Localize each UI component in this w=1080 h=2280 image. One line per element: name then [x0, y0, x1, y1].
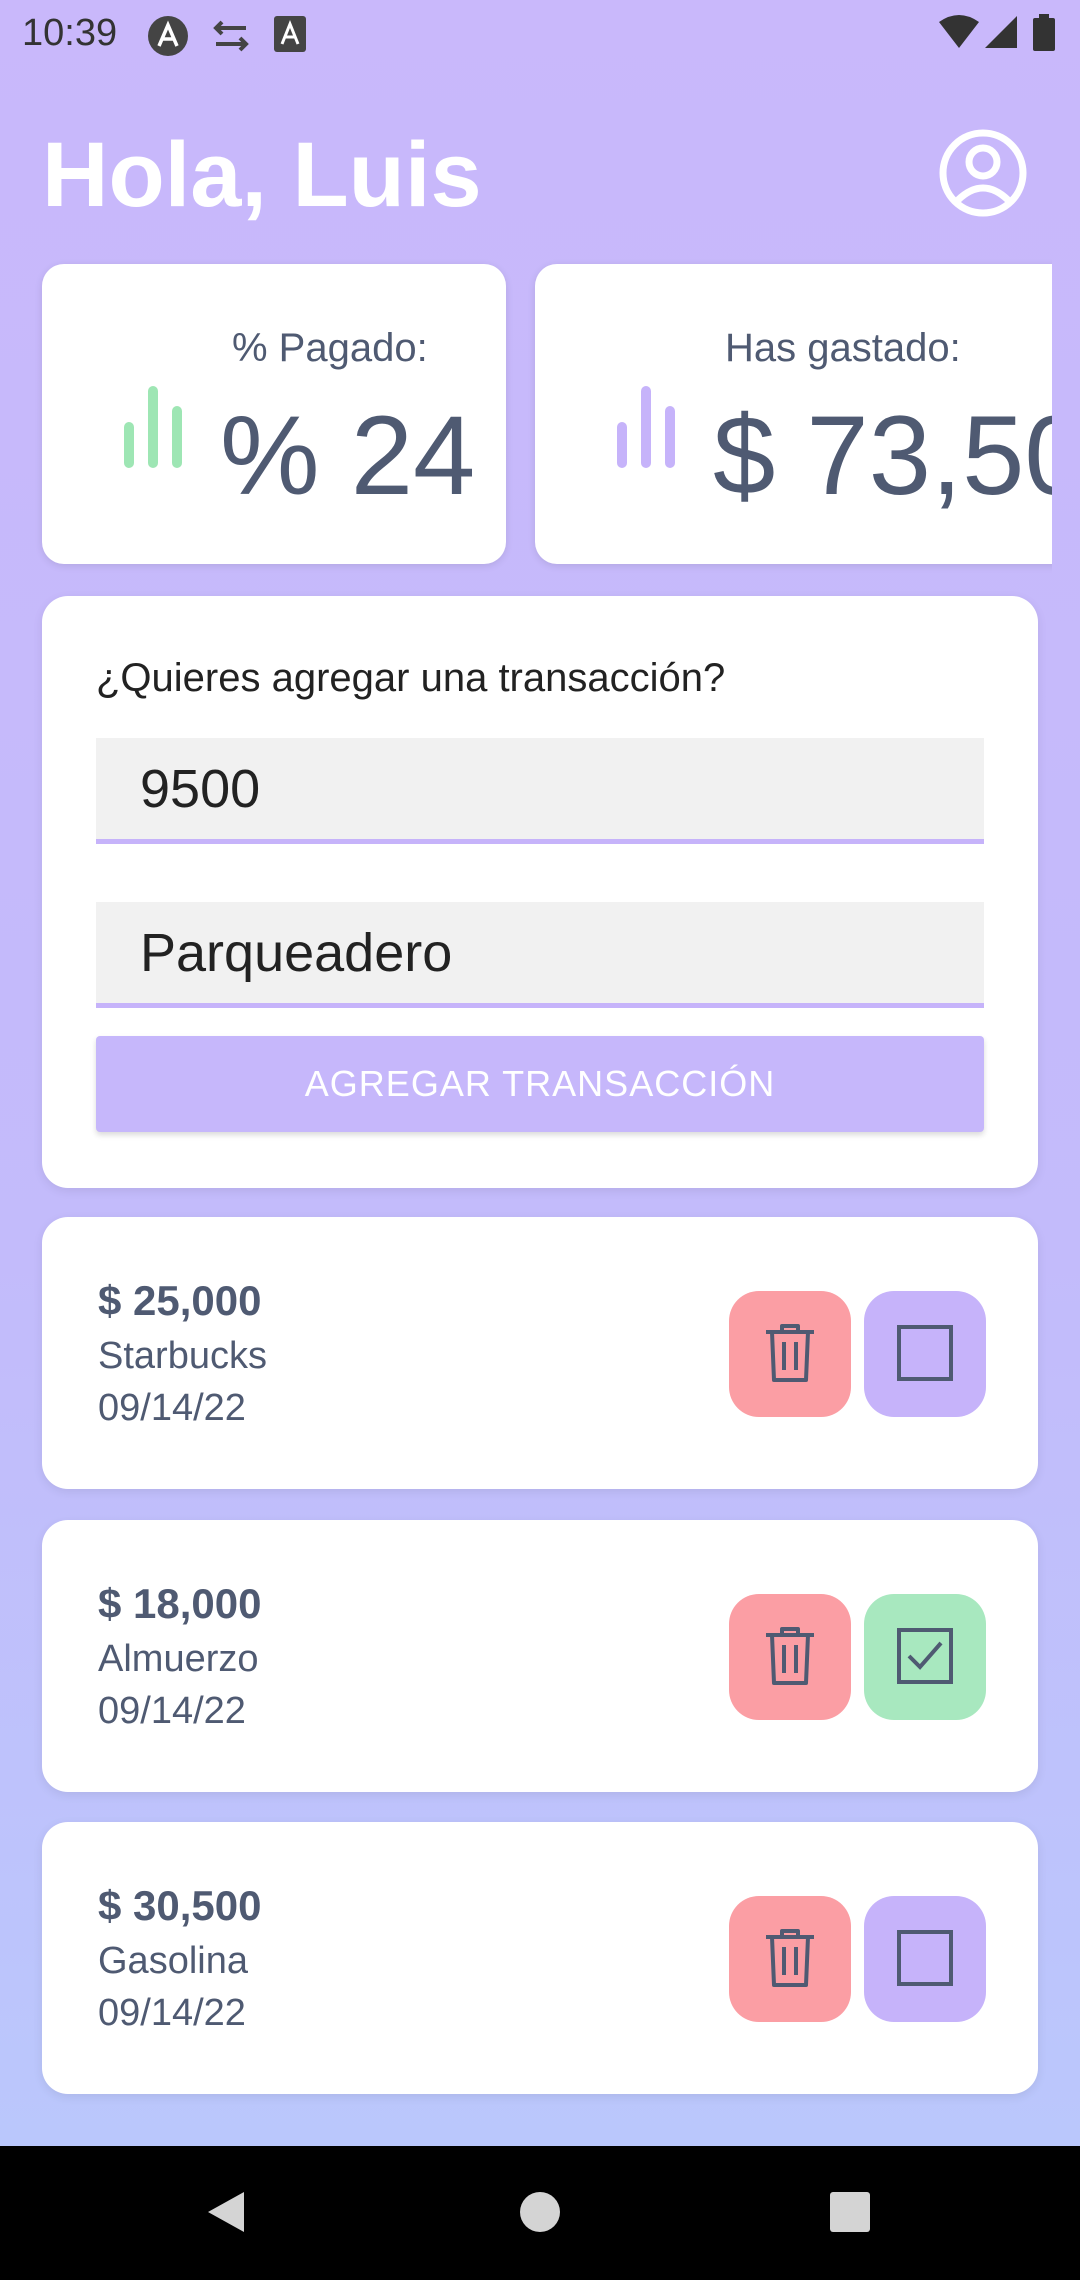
stat-card-paid: % Pagado: % 24: [42, 264, 506, 564]
description-field[interactable]: [96, 902, 984, 1008]
status-time: 10:39: [22, 12, 118, 54]
checkbox-checked-icon: [896, 1627, 954, 1688]
signal-icon: [984, 14, 1018, 55]
transaction-amount: $ 18,000: [98, 1580, 262, 1627]
bar-chart-icon: [611, 376, 683, 473]
status-bar: 10:39: [0, 0, 1080, 66]
transaction-amount: $ 30,500: [98, 1882, 262, 1929]
add-transaction-card: ¿Quieres agregar una transacción? AGREGA…: [42, 596, 1038, 1188]
trash-icon: [762, 1625, 818, 1690]
paid-checkbox-button[interactable]: [864, 1896, 986, 2022]
delete-button[interactable]: [729, 1896, 851, 2022]
wifi-icon: [938, 14, 980, 55]
transaction-date: 09/14/22: [98, 1387, 246, 1429]
list-item: $ 25,000 Starbucks 09/14/22: [42, 1217, 1038, 1489]
list-item: $ 30,500 Gasolina 09/14/22: [42, 1822, 1038, 2094]
amount-field[interactable]: [96, 738, 984, 844]
paid-checkbox-button[interactable]: [864, 1594, 986, 1720]
stat-label: Has gastado:: [725, 326, 961, 370]
transaction-name: Starbucks: [98, 1335, 267, 1377]
checkbox-empty-icon: [896, 1324, 954, 1385]
system-navigation-bar: [0, 2146, 1080, 2280]
app-badge-icon: [146, 14, 190, 63]
accessibility-a-icon: [272, 14, 308, 59]
trash-icon: [762, 1322, 818, 1387]
bar-chart-icon: [118, 376, 190, 473]
transaction-date: 09/14/22: [98, 1690, 246, 1732]
account-circle-icon[interactable]: [938, 128, 1028, 218]
delete-button[interactable]: [729, 1594, 851, 1720]
back-icon[interactable]: [196, 2182, 256, 2242]
transaction-date: 09/14/22: [98, 1992, 246, 2034]
network-icon: [208, 14, 254, 63]
delete-button[interactable]: [729, 1291, 851, 1417]
amount-input[interactable]: [96, 738, 984, 839]
stat-value: $ 73,50: [713, 393, 1052, 518]
checkbox-empty-icon: [896, 1929, 954, 1990]
transaction-amount: $ 25,000: [98, 1277, 262, 1324]
battery-icon: [1032, 14, 1056, 57]
add-transaction-button[interactable]: AGREGAR TRANSACCIÓN: [96, 1036, 984, 1132]
transaction-name: Gasolina: [98, 1940, 248, 1982]
add-transaction-question: ¿Quieres agregar una transacción?: [96, 656, 726, 700]
recents-icon[interactable]: [820, 2182, 880, 2242]
transaction-name: Almuerzo: [98, 1638, 259, 1680]
home-icon[interactable]: [510, 2182, 570, 2242]
page-title: Hola, Luis: [42, 124, 482, 226]
paid-checkbox-button[interactable]: [864, 1291, 986, 1417]
list-item: $ 18,000 Almuerzo 09/14/22: [42, 1520, 1038, 1792]
stat-value: % 24: [220, 393, 476, 518]
description-input[interactable]: [96, 902, 984, 1003]
stat-card-spent: Has gastado: $ 73,50: [535, 264, 1052, 564]
trash-icon: [762, 1927, 818, 1992]
stat-label: % Pagado:: [232, 326, 428, 370]
stats-carousel[interactable]: % Pagado: % 24 Has gastado: $ 73,50: [28, 252, 1052, 582]
